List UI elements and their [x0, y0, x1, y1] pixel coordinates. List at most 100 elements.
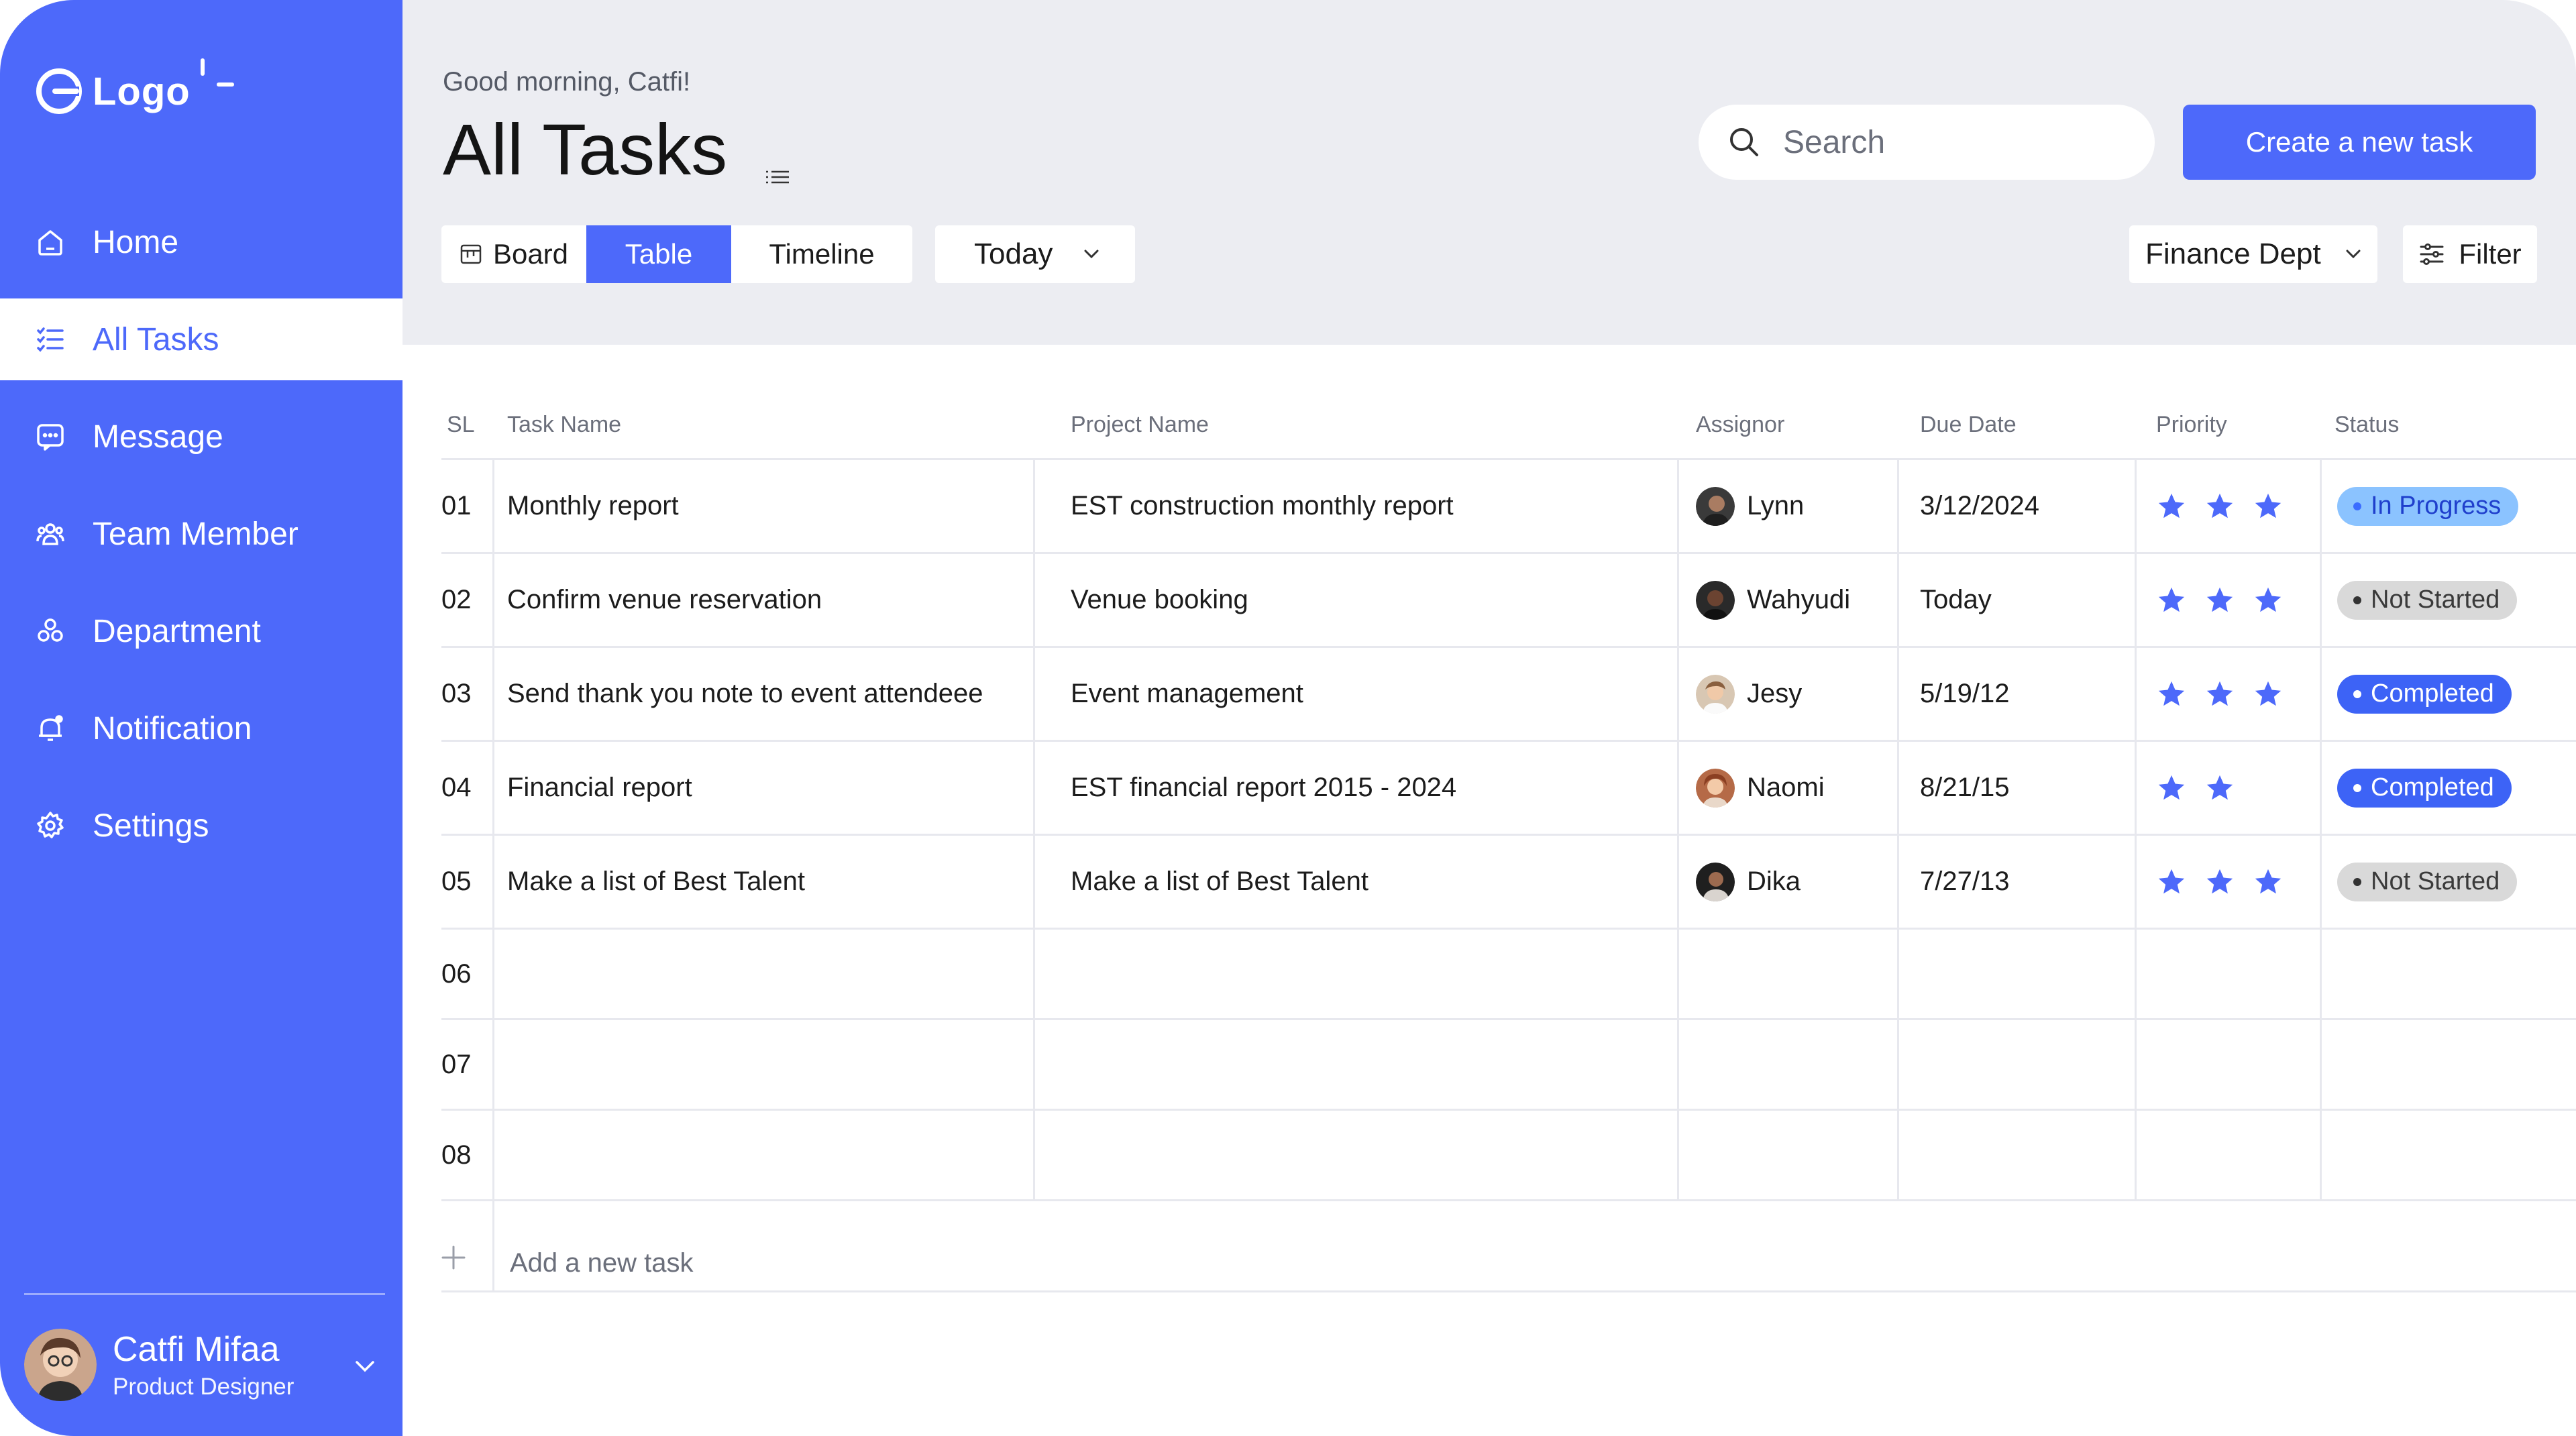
- chevron-down-icon: [2346, 250, 2361, 259]
- star-icon: [2158, 493, 2185, 518]
- star-icon: [2206, 493, 2233, 518]
- add-task-label[interactable]: Add a new task: [510, 1248, 694, 1278]
- sidebar-item-message[interactable]: Message: [0, 396, 402, 478]
- status-badge[interactable]: Completed: [2337, 768, 2512, 808]
- team-icon: [36, 523, 64, 545]
- tab-board[interactable]: Board: [441, 225, 586, 283]
- sidebar-item-all-tasks[interactable]: All Tasks: [0, 298, 402, 380]
- search-input[interactable]: [1783, 123, 2132, 161]
- logo[interactable]: Logo: [35, 67, 191, 115]
- tab-timeline[interactable]: Timeline: [731, 225, 912, 283]
- avatar: [24, 1329, 97, 1401]
- cell-sl: 04: [441, 773, 472, 802]
- cell-due-date: 7/27/13: [1920, 867, 2010, 896]
- column-header-status: Status: [2334, 412, 2400, 437]
- sidebar-item-label: All Tasks: [93, 321, 219, 357]
- star-icon: [2158, 681, 2185, 706]
- cell-due-date: 5/19/12: [1920, 679, 2010, 708]
- avatar: [1696, 580, 1735, 620]
- sidebar-item-notification[interactable]: Notification: [0, 687, 402, 769]
- sidebar-divider: [24, 1293, 385, 1295]
- cell-task-name[interactable]: Confirm venue reservation: [507, 554, 822, 646]
- status-badge[interactable]: In Progress: [2337, 486, 2519, 526]
- star-icon: [2255, 587, 2282, 612]
- table-row[interactable]: 08: [441, 1111, 2576, 1201]
- cell-project-name: Venue booking: [1071, 585, 1248, 614]
- sidebar-item-label: Settings: [93, 808, 209, 844]
- cell-assignor: Wahyudi: [1696, 554, 1850, 646]
- status-badge[interactable]: Completed: [2337, 674, 2512, 714]
- tab-board-label: Board: [492, 238, 569, 270]
- add-task-row[interactable]: Add a new task: [441, 1201, 2576, 1292]
- view-switcher: Board Table Timeline: [441, 225, 912, 283]
- cell-priority: [2156, 836, 2284, 928]
- cell-priority: [2156, 554, 2284, 646]
- filter-label: Filter: [2459, 238, 2522, 270]
- column-header-sl: SL: [447, 412, 475, 437]
- cell-due-date: Today: [1920, 585, 1992, 614]
- board-icon: [460, 244, 482, 264]
- profile-role: Product Designer: [113, 1374, 294, 1400]
- date-filter-dropdown[interactable]: Today: [935, 225, 1135, 283]
- column-header-assignor: Assignor: [1696, 412, 1785, 437]
- filter-button[interactable]: Filter: [2403, 225, 2537, 283]
- table-row[interactable]: 01 Monthly report EST construction month…: [441, 460, 2576, 554]
- cell-due-date: 3/12/2024: [1920, 491, 2039, 520]
- status-label: Not Started: [2371, 586, 2500, 614]
- column-header-due-date: Due Date: [1920, 412, 2017, 437]
- priority-stars: [2156, 585, 2284, 616]
- star-icon: [2206, 869, 2233, 893]
- cell-task-name[interactable]: Make a list of Best Talent: [507, 836, 805, 928]
- assignor-name: Dika: [1747, 867, 1801, 896]
- plus-icon[interactable]: [440, 1244, 467, 1271]
- star-icon: [2255, 493, 2282, 518]
- tab-table[interactable]: Table: [586, 225, 731, 283]
- cell-task-name[interactable]: Financial report: [507, 742, 692, 834]
- cell-project-name: Event management: [1071, 679, 1303, 708]
- logo-text: Logo: [93, 69, 191, 113]
- table-row[interactable]: 07: [441, 1020, 2576, 1111]
- status-badge[interactable]: Not Started: [2337, 580, 2518, 620]
- assignor-name: Naomi: [1747, 773, 1825, 802]
- avatar: [1696, 486, 1735, 526]
- column-header-priority: Priority: [2156, 412, 2227, 437]
- cell-project-name: EST construction monthly report: [1071, 491, 1454, 520]
- table-row[interactable]: 02 Confirm venue reservation Venue booki…: [441, 554, 2576, 648]
- status-badge[interactable]: Not Started: [2337, 862, 2518, 901]
- table-row[interactable]: 04 Financial report EST financial report…: [441, 742, 2576, 836]
- status-label: In Progress: [2371, 492, 2502, 520]
- chevron-down-icon[interactable]: [350, 1351, 380, 1381]
- message-icon: [37, 424, 64, 451]
- sidebar-item-home[interactable]: Home: [0, 201, 402, 283]
- create-task-button[interactable]: Create a new task: [2183, 105, 2536, 180]
- column-header-project: Project Name: [1071, 412, 1209, 437]
- sidebar-item-label: Team Member: [93, 516, 299, 552]
- table-row[interactable]: 05 Make a list of Best Talent Make a lis…: [441, 836, 2576, 930]
- table-row[interactable]: 03 Send thank you note to event attendee…: [441, 648, 2576, 742]
- department-icon: [38, 618, 63, 642]
- sidebar-item-label: Notification: [93, 710, 252, 747]
- avatar: [1696, 768, 1735, 808]
- profile-name: Catfi Mifaa: [113, 1330, 280, 1369]
- assignor-name: Lynn: [1747, 491, 1805, 520]
- cell-sl: 05: [441, 867, 472, 896]
- bell-icon: [39, 715, 63, 741]
- sidebar-item-team-member[interactable]: Team Member: [0, 493, 402, 575]
- cell-task-name[interactable]: Monthly report: [507, 460, 679, 552]
- page-title: All Tasks: [443, 109, 728, 190]
- home-icon: [38, 230, 62, 256]
- sidebar-item-department[interactable]: Department: [0, 590, 402, 672]
- search-bar[interactable]: [1699, 105, 2155, 180]
- table-row[interactable]: 06: [441, 930, 2576, 1020]
- priority-stars: [2156, 867, 2284, 897]
- cell-task-name[interactable]: Send thank you note to event attendeee: [507, 648, 983, 740]
- cell-status: In Progress: [2337, 460, 2519, 552]
- cell-project-name: Make a list of Best Talent: [1071, 867, 1368, 896]
- sidebar-nav: Home All Tasks Message Team Member Depar…: [0, 201, 402, 882]
- department-dropdown[interactable]: Finance Dept: [2129, 225, 2377, 283]
- list-icon[interactable]: [765, 168, 792, 188]
- avatar: [1696, 674, 1735, 714]
- sidebar-item-settings[interactable]: Settings: [0, 785, 402, 867]
- table-header: SL Task Name Project Name Assignor Due D…: [441, 402, 2576, 460]
- user-profile[interactable]: Catfi Mifaa Product Designer: [24, 1325, 386, 1405]
